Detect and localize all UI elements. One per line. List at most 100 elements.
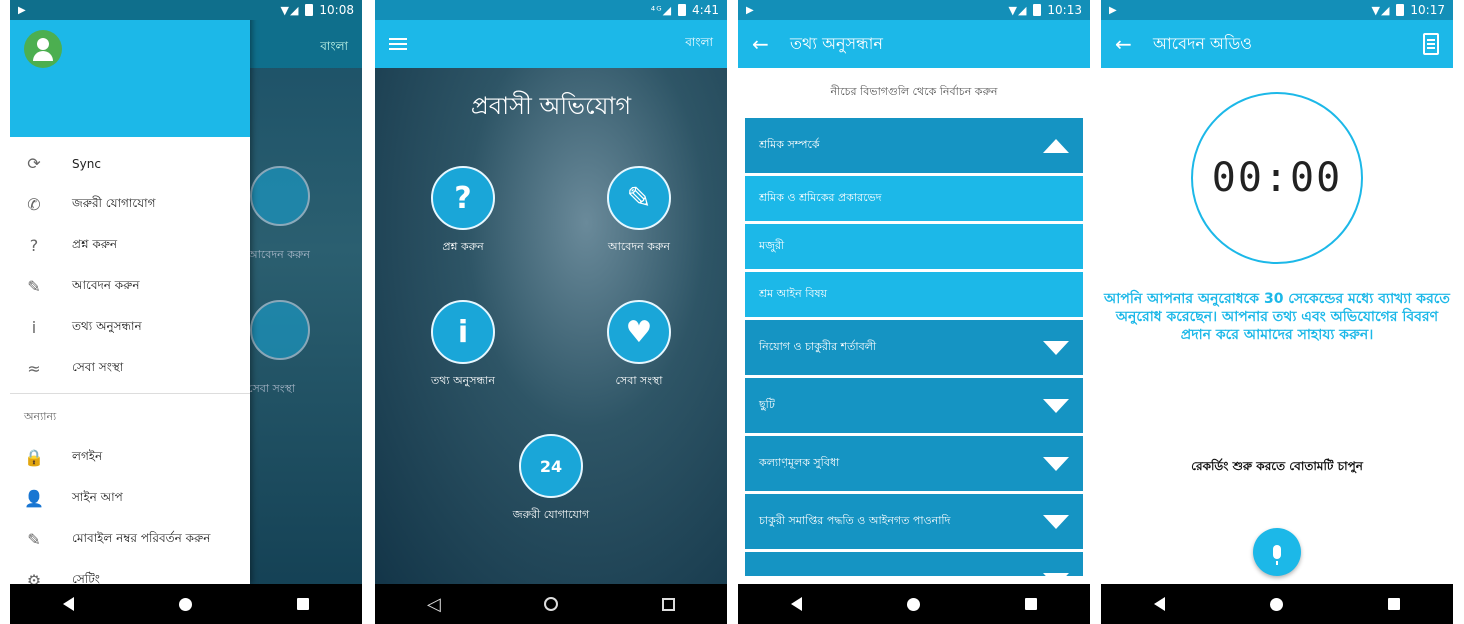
handshake-icon: ≈ bbox=[27, 359, 41, 378]
hamburger-menu-icon[interactable] bbox=[389, 38, 407, 50]
drawer-menu: ⟳ Sync ✆ জরুরী যোগাযোগ? প্রশ্ন করুন ✎ আবেদন কর… bbox=[10, 137, 250, 389]
language-toggle[interactable]: বাংলা bbox=[685, 34, 713, 54]
home-icon[interactable] bbox=[178, 597, 192, 611]
status-time: 10:17 bbox=[1410, 3, 1445, 17]
tile-apply[interactable]: ✎ আবেদন করুন bbox=[579, 166, 699, 257]
category-header[interactable]: চাকুরী সমাপ্তির পদ্ধতি ও আইনগত পাওনাদি bbox=[745, 494, 1083, 549]
category-label: মজুরী bbox=[759, 239, 785, 252]
drawer-item[interactable]: i তথ্য অনুসন্ধান bbox=[10, 307, 250, 348]
drawer-item[interactable]: 🔒 লগইন bbox=[10, 437, 250, 478]
category-header[interactable]: নিয়োগ ও চাকুরীর শর্তাবলী bbox=[745, 320, 1083, 375]
microphone-icon bbox=[1273, 545, 1281, 565]
record-hint: রেকর্ডিং শুরু করতে বোতামটি চাপুন bbox=[1191, 459, 1363, 473]
battery-icon bbox=[1396, 4, 1405, 16]
back-icon[interactable] bbox=[790, 597, 802, 611]
sync-icon: ⟳ bbox=[27, 154, 41, 173]
status-bar: ⁴ᴳ◢ 4:41 bbox=[375, 0, 727, 20]
navigation-drawer: ⟳ Sync ✆ জরুরী যোগাযোগ? প্রশ্ন করুন ✎ আবেদন কর… bbox=[10, 0, 250, 590]
background-edit-icon bbox=[250, 166, 310, 226]
tile-info-search[interactable]: i তথ্য অনুসন্ধান bbox=[403, 300, 523, 391]
page-title: আবেদন অডিও bbox=[1153, 33, 1253, 53]
instruction-text: নীচের বিভাগগুলি থেকে নির্বাচন করুন bbox=[830, 84, 998, 98]
drawer-item[interactable]: ✎ মোবাইল নম্বর পরিবর্তন করুন bbox=[10, 519, 250, 560]
recents-icon[interactable] bbox=[662, 597, 676, 611]
edit-icon: ✎ bbox=[27, 277, 41, 296]
info-icon: i bbox=[431, 300, 495, 364]
status-time: 4:41 bbox=[692, 3, 719, 17]
signal-icon: ▼◢ bbox=[1371, 3, 1391, 17]
lock-icon: 🔒 bbox=[24, 448, 44, 467]
divider bbox=[10, 393, 250, 394]
expand-arrow-icon[interactable] bbox=[1043, 340, 1069, 355]
system-navbar: ◁ bbox=[375, 584, 727, 624]
back-icon[interactable] bbox=[1153, 597, 1165, 611]
back-icon[interactable] bbox=[62, 597, 74, 611]
avatar[interactable] bbox=[24, 30, 62, 68]
tile-label: সেবা সংস্থা bbox=[615, 374, 663, 387]
app-title: প্রবাসী অভিযোগ bbox=[470, 92, 632, 120]
page-title: তথ্য অনুসন্ধান bbox=[790, 33, 883, 53]
app-bar: ← আবেদন অডিও bbox=[1101, 20, 1453, 68]
home-icon[interactable] bbox=[1269, 597, 1283, 611]
phone-icon: ✆ bbox=[27, 195, 41, 214]
expand-arrow-icon[interactable] bbox=[1043, 456, 1069, 471]
tile-emergency-contact[interactable]: 24 জরুরী যোগাযোগ bbox=[491, 434, 611, 525]
document-icon[interactable] bbox=[1423, 33, 1439, 55]
drawer-item-label: সাইন আপ bbox=[72, 489, 123, 504]
play-icon: ▶ bbox=[1109, 4, 1117, 16]
home-icon[interactable] bbox=[906, 597, 920, 611]
category-subitem[interactable]: শ্রম আইন বিষয় bbox=[745, 272, 1083, 317]
drawer-item[interactable]: ≈ সেবা সংস্থা bbox=[10, 348, 250, 389]
drawer-item[interactable]: ✆ জরুরী যোগাযোগ bbox=[10, 184, 250, 225]
category-label: ছুটি bbox=[759, 398, 775, 411]
app-bar: বাংলা bbox=[375, 20, 727, 68]
home-icon[interactable] bbox=[544, 597, 559, 611]
category-header[interactable] bbox=[745, 552, 1083, 576]
back-icon[interactable]: ◁ bbox=[427, 594, 441, 615]
edit-icon: ✎ bbox=[27, 530, 41, 549]
record-button[interactable] bbox=[1253, 528, 1301, 576]
recording-timer: 00:00 bbox=[1191, 92, 1363, 264]
section-label-other: অন্যান্য bbox=[24, 410, 57, 423]
drawer-item[interactable]: 👤 সাইন আপ bbox=[10, 478, 250, 519]
signal-icon: ▼◢ bbox=[1008, 3, 1028, 17]
drawer-item[interactable]: ? প্রশ্ন করুন bbox=[10, 225, 250, 266]
back-arrow-icon[interactable]: ← bbox=[752, 32, 782, 56]
drawer-item-label: Sync bbox=[72, 156, 101, 171]
category-subitem[interactable]: শ্রমিক ও শ্রমিকের প্রকারভেদ bbox=[745, 176, 1083, 221]
category-header[interactable]: কল্যা়ণমূলক সুবিধা bbox=[745, 436, 1083, 491]
play-icon: ▶ bbox=[18, 4, 26, 16]
signal-icon: ▼◢ bbox=[280, 3, 300, 17]
category-header[interactable]: শ্রমিক সম্পর্কে bbox=[745, 118, 1083, 173]
expand-arrow-icon[interactable] bbox=[1043, 572, 1069, 576]
background-lang: বাংলা bbox=[320, 39, 348, 53]
tile-service-org[interactable]: ♥ সেবা সংস্থা bbox=[579, 300, 699, 391]
play-icon: ▶ bbox=[746, 4, 754, 16]
category-subitem[interactable]: মজুরী bbox=[745, 224, 1083, 269]
expand-arrow-icon[interactable] bbox=[1043, 514, 1069, 529]
expand-arrow-icon[interactable] bbox=[1043, 398, 1069, 413]
background-label: সেবা সংস্থা bbox=[248, 382, 296, 395]
add-user-icon: 👤 bbox=[24, 489, 44, 508]
tile-label: জরুরী যোগাযোগ bbox=[512, 508, 590, 521]
screen-home: ⁴ᴳ◢ 4:41 বাংলা প্রবাসী অভিযোগ ? প্রশ্ন ক… bbox=[375, 0, 727, 624]
category-header[interactable]: ছুটি bbox=[745, 378, 1083, 433]
drawer-menu-other: 🔒 লগইন 👤 সাইন আপ ✎ মোবাইল নম্বর পরিবর্তন করুন… bbox=[10, 437, 250, 601]
tile-label: আবেদন করুন bbox=[608, 240, 670, 253]
recents-icon[interactable] bbox=[297, 598, 310, 610]
drawer-item-label: তথ্য অনুসন্ধান bbox=[72, 318, 142, 333]
status-time: 10:08 bbox=[319, 3, 354, 17]
collapse-arrow-icon[interactable] bbox=[1043, 138, 1069, 153]
background-label: আবেদন করুন bbox=[248, 248, 310, 261]
screen-drawer: বাংলা আবেদন করুন সেবা সংস্থা ▶ ▼◢ 10:08 … bbox=[10, 0, 362, 624]
signal-icon: ⁴ᴳ◢ bbox=[650, 3, 673, 17]
drawer-item[interactable]: ⟳ Sync bbox=[10, 143, 250, 184]
drawer-item[interactable]: ✎ আবেদন করুন bbox=[10, 266, 250, 307]
back-arrow-icon[interactable]: ← bbox=[1115, 32, 1145, 56]
recents-icon[interactable] bbox=[1025, 598, 1038, 610]
background-service-icon bbox=[250, 300, 310, 360]
drawer-item-label: সেবা সংস্থা bbox=[72, 359, 124, 374]
app-bar: ← তথ্য অনুসন্ধান bbox=[738, 20, 1090, 68]
tile-ask-question[interactable]: ? প্রশ্ন করুন bbox=[403, 166, 523, 257]
recents-icon[interactable] bbox=[1388, 598, 1401, 610]
